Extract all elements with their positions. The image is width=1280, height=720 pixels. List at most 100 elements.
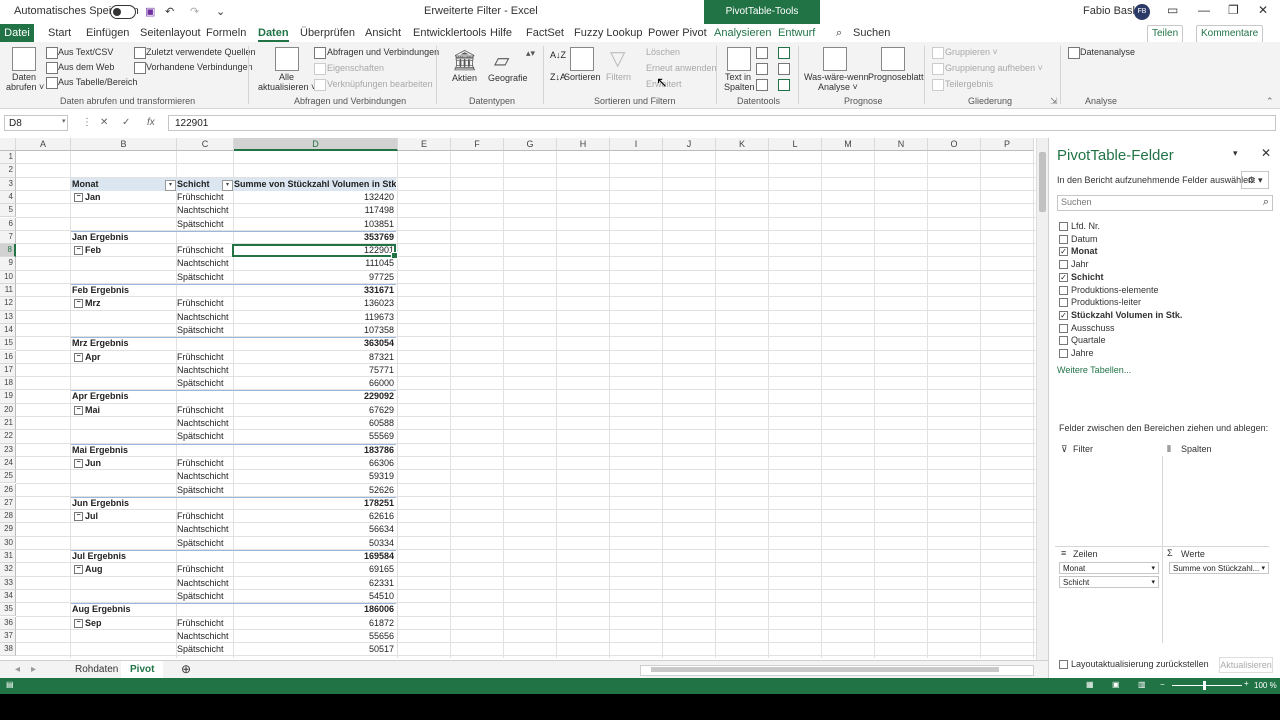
row-header[interactable]: 33 [0,576,16,590]
function-icon[interactable]: fx [147,117,155,128]
value-cell[interactable]: 66306 [232,457,394,470]
shift-label[interactable]: Spätschicht [177,537,224,550]
shift-label[interactable]: Frühschicht [177,457,224,470]
consolidate-icon[interactable] [778,47,790,59]
horizontal-scrollbar-thumb[interactable] [651,667,999,672]
defer-update-checkbox[interactable] [1059,660,1068,669]
chevron-down-icon[interactable]: ▾ [1151,577,1155,589]
field-label[interactable]: Stückzahl Volumen in Stk. [1071,310,1182,320]
tab-power-pivot[interactable]: Power Pivot [648,27,707,39]
row-header[interactable]: 19 [0,390,16,404]
tab-ansicht[interactable]: Ansicht [365,27,401,39]
shift-label[interactable]: Spätschicht [177,377,224,390]
column-header-h[interactable]: H [557,138,610,151]
column-header-f[interactable]: F [451,138,504,151]
shift-label[interactable]: Spätschicht [177,271,224,284]
value-cell[interactable]: 55569 [232,430,394,443]
sort-az-icon[interactable]: A↓Z [550,50,566,60]
shift-label[interactable]: Nachtschicht [177,311,229,324]
horizontal-scrollbar[interactable] [640,665,1034,676]
tab-start[interactable]: Start [48,27,71,39]
shift-label[interactable]: Frühschicht [177,617,224,630]
field-label[interactable]: Jahre [1071,348,1094,358]
row-header[interactable]: 25 [0,470,16,484]
sheet-tab-rohdaten[interactable]: Rohdaten [66,661,127,678]
month-label[interactable]: − Jul [74,510,98,523]
value-cell[interactable]: 60588 [232,417,394,430]
shift-label[interactable]: Frühschicht [177,244,224,257]
data-validation-icon[interactable] [756,79,768,91]
collapse-icon[interactable]: − [74,459,83,469]
properties-button[interactable]: Eigenschaften [327,63,384,73]
relationships-icon[interactable] [778,63,790,75]
field-label[interactable]: Produktions-elemente [1071,285,1159,295]
add-sheet-icon[interactable]: ⊕ [172,661,200,678]
column-header-e[interactable]: E [398,138,451,151]
row-header[interactable]: 1 [0,151,16,165]
shift-label[interactable]: Spätschicht [177,590,224,603]
remove-duplicates-icon[interactable] [756,63,768,75]
row-header[interactable]: 4 [0,190,16,205]
field-checkbox[interactable] [1059,298,1068,308]
zoom-slider-handle[interactable] [1203,681,1206,690]
collapse-icon[interactable]: − [74,512,83,522]
more-datatypes-icon[interactable]: ▴▾ [526,48,535,59]
tab-entwicklertools[interactable]: Entwicklertools [413,27,486,39]
subtotal-label[interactable]: Feb Ergebnis [72,284,129,297]
value-cell[interactable]: 55656 [232,630,394,643]
subtotal-label[interactable]: Apr Ergebnis [72,390,129,403]
month-label[interactable]: − Mai [74,404,100,417]
cancel-icon[interactable]: ✕ [100,117,108,128]
collapse-icon[interactable]: − [74,352,83,362]
subtotal-value[interactable]: 353769 [232,231,394,244]
field-checkbox[interactable] [1059,260,1068,270]
undo-icon[interactable]: ↶ [165,5,174,18]
tab-ueberpruefen[interactable]: Überprüfen [300,27,355,39]
value-cell[interactable]: 107358 [232,324,394,337]
collapse-icon[interactable]: − [74,246,83,256]
clear-button[interactable]: Löschen [646,47,680,57]
value-cell[interactable]: 67629 [232,404,394,417]
column-header-a[interactable]: A [16,138,71,151]
value-cell[interactable]: 66000 [232,377,394,390]
field-checkbox[interactable] [1059,285,1068,295]
shift-label[interactable]: Nachtschicht [177,204,229,217]
avatar[interactable]: FB [1134,4,1150,20]
column-header-o[interactable]: O [928,138,981,151]
column-header-b[interactable]: B [71,138,177,151]
field-checkbox[interactable]: ✓ [1059,310,1068,320]
row-header[interactable]: 8 [0,244,16,258]
month-label[interactable]: − Sep [74,617,102,630]
row-header[interactable]: 35 [0,603,16,617]
column-header-c[interactable]: C [177,138,234,151]
from-text-csv-button[interactable]: Aus Text/CSV [58,47,113,57]
field-checkbox[interactable] [1059,323,1068,333]
subtotal-label[interactable]: Mrz Ergebnis [72,337,129,350]
column-header-p[interactable]: P [981,138,1034,151]
row-header[interactable]: 5 [0,204,16,218]
row-header[interactable]: 15 [0,337,16,351]
header-summe[interactable]: Summe von Stückzahl Volumen in Stk. [234,178,396,191]
value-cell[interactable]: 132420 [232,191,394,204]
value-cell[interactable]: 119673 [232,311,394,324]
row-header[interactable]: 31 [0,550,16,564]
value-cell[interactable]: 97725 [232,271,394,284]
month-label[interactable]: − Mrz [74,297,101,310]
row-header[interactable]: 30 [0,536,16,550]
row-header[interactable]: 2 [0,164,16,178]
tab-analysieren[interactable]: Analysieren [714,27,771,39]
row-header[interactable]: 18 [0,377,16,391]
zoom-in-icon[interactable]: + [1244,679,1249,688]
update-button[interactable]: Aktualisieren [1219,657,1273,673]
comments-button[interactable]: Kommentare [1196,25,1264,43]
stocks-button[interactable]: Aktien [452,73,477,83]
tab-fuzzy-lookup[interactable]: Fuzzy Lookup [574,27,642,39]
subtotal-value[interactable]: 186006 [232,603,394,616]
value-cell[interactable]: 111045 [232,257,394,270]
from-web-button[interactable]: Aus dem Web [58,62,114,72]
shift-label[interactable]: Spätschicht [177,643,224,656]
value-cell[interactable]: 62331 [232,577,394,590]
filter-button[interactable]: Filtern [606,72,631,82]
row-header[interactable]: 13 [0,310,16,324]
value-cell[interactable]: 69165 [232,563,394,576]
